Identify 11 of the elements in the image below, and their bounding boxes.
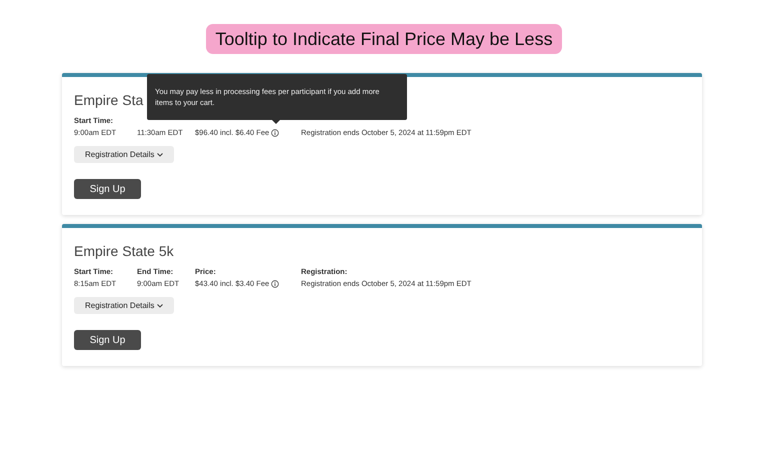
chevron-icon bbox=[157, 304, 164, 308]
details-button[interactable]: Registration Details bbox=[74, 297, 174, 314]
event-title: Empire State 5k bbox=[74, 242, 174, 260]
info-icon[interactable] bbox=[271, 280, 280, 288]
event-title: Empire Sta bbox=[74, 91, 144, 109]
details-button[interactable]: Registration Details bbox=[74, 146, 174, 163]
banner-heading: Tooltip to Indicate Final Price May be Less bbox=[206, 24, 562, 54]
sign-up-button[interactable]: Sign Up bbox=[74, 330, 141, 350]
chevron-icon bbox=[157, 152, 164, 156]
sign-up-button[interactable]: Sign Up bbox=[74, 179, 141, 199]
info-icon[interactable] bbox=[271, 128, 280, 136]
